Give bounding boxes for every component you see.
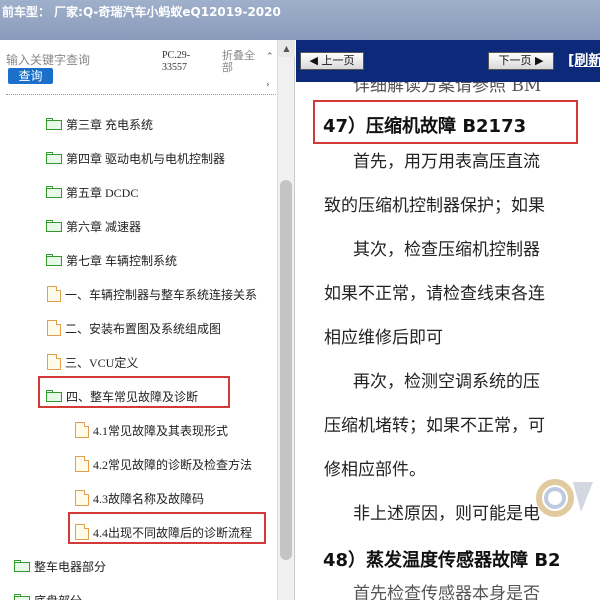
document-text-line: 其次，检查压缩机控制器 xyxy=(353,240,540,260)
folder-icon xyxy=(46,186,62,198)
left-navigation-panel: 查询 PC.29-33557 折叠全部 ⌃ › 第三章 充电系统 第四章 驱动电… xyxy=(0,40,295,600)
highlight-box xyxy=(38,376,230,408)
folder-icon xyxy=(46,220,62,232)
tree-item-4-3[interactable]: 4.3故障名称及故障码 xyxy=(75,486,204,510)
document-text-line: 致的压缩机控制器保护；如果 xyxy=(324,196,545,216)
pc-code-label: PC.29-33557 xyxy=(162,50,191,73)
tree-scrollbar[interactable]: ▲ xyxy=(277,40,295,600)
watermark-logo-icon xyxy=(536,479,593,517)
tree-item-section-2[interactable]: 二、安装布置图及系统组成图 xyxy=(47,316,221,340)
document-text-line: 相应维修后即可 xyxy=(324,328,443,348)
tree-item-chapter-3[interactable]: 第三章 充电系统 xyxy=(46,112,153,136)
tree-item-4-1[interactable]: 4.1常见故障及其表现形式 xyxy=(75,418,228,442)
document-content: 详细解读方案请参照 BM 47）压缩机故障 B2173 首先，用万用表高压直流 … xyxy=(296,82,600,600)
tree-item-label: 第六章 减速器 xyxy=(66,219,142,234)
document-text-line: 压缩机堵转；如果不正常，可 xyxy=(324,416,545,436)
tree-item-vehicle-electrical[interactable]: 整车电器部分 xyxy=(14,554,106,578)
highlight-box xyxy=(68,512,266,544)
document-icon xyxy=(75,456,89,472)
tree-item-label: 第五章 DCDC xyxy=(66,185,139,200)
document-icon xyxy=(47,320,61,336)
document-text-line: 再次，检测空调系统的压 xyxy=(353,372,540,392)
chevron-up-icon[interactable]: ⌃ xyxy=(266,52,274,62)
tree-item-label: 4.1常见故障及其表现形式 xyxy=(93,423,229,438)
tree-item-4-2[interactable]: 4.2常见故障的诊断及检查方法 xyxy=(75,452,252,476)
next-page-label: 下一页 xyxy=(498,54,532,67)
folder-open-icon xyxy=(46,254,62,266)
document-icon xyxy=(47,286,61,302)
document-text-line: 详细解读方案请参照 BM xyxy=(353,82,542,96)
chapter-tree: 第三章 充电系统 第四章 驱动电机与电机控制器 第五章 DCDC 第六章 减速器… xyxy=(0,94,277,600)
folder-icon xyxy=(46,152,62,164)
prev-page-button[interactable]: ◀ 上一页 xyxy=(300,52,364,70)
folder-icon xyxy=(46,118,62,130)
tree-item-section-1[interactable]: 一、车辆控制器与整车系统连接关系 xyxy=(47,282,257,306)
search-input[interactable] xyxy=(6,50,156,70)
tree-item-chapter-6[interactable]: 第六章 减速器 xyxy=(46,214,141,238)
tree-item-label: 第四章 驱动电机与电机控制器 xyxy=(66,151,226,166)
tree-item-label: 第三章 充电系统 xyxy=(66,117,154,132)
tree-item-label: 二、安装布置图及系统组成图 xyxy=(65,321,222,336)
document-text-line: 首先，用万用表高压直流 xyxy=(353,152,540,172)
tree-item-label: 4.2常见故障的诊断及检查方法 xyxy=(93,457,253,472)
document-viewer: ◀ 上一页 下一页 ▶ [刷新 详细解读方案请参照 BM 47）压缩机故障 B2… xyxy=(296,40,600,600)
search-area: 查询 PC.29-33557 折叠全部 ⌃ › xyxy=(0,40,295,94)
document-text-line: 非上述原因，则可能是电 xyxy=(353,504,540,524)
tree-divider xyxy=(6,94,276,95)
window-title-bar: 前车型： 厂家:Q-奇瑞汽车小蚂蚁eQ12019-2020 xyxy=(0,0,600,40)
section-heading: 48）蒸发温度传感器故障 B2 xyxy=(323,550,561,571)
tree-item-chapter-7[interactable]: 第七章 车辆控制系统 xyxy=(46,248,177,272)
document-icon xyxy=(75,490,89,506)
heading-highlight-box xyxy=(313,100,578,144)
query-button[interactable]: 查询 xyxy=(8,68,53,84)
tree-item-chassis[interactable]: 底盘部分 xyxy=(14,588,82,600)
window-title: 前车型： 厂家:Q-奇瑞汽车小蚂蚁eQ12019-2020 xyxy=(2,5,281,19)
refresh-link[interactable]: [刷新 xyxy=(568,50,600,70)
scrollbar-thumb[interactable] xyxy=(280,180,292,560)
tree-item-section-3[interactable]: 三、VCU定义 xyxy=(47,350,138,374)
folder-icon xyxy=(14,560,30,572)
arrow-right-icon: ▶ xyxy=(535,54,544,67)
arrow-left-icon: ◀ xyxy=(309,54,318,67)
chevron-right-icon[interactable]: › xyxy=(266,80,270,90)
document-text-line: 首先检查传感器本身是否 xyxy=(353,584,540,600)
collapse-all-button[interactable]: 折叠全部 xyxy=(222,50,262,74)
tree-item-chapter-4[interactable]: 第四章 驱动电机与电机控制器 xyxy=(46,146,225,170)
tree-item-label: 整车电器部分 xyxy=(34,559,107,574)
tree-item-label: 第七章 车辆控制系统 xyxy=(66,253,178,268)
tree-item-chapter-5[interactable]: 第五章 DCDC xyxy=(46,180,138,204)
document-text-line: 修相应部件。 xyxy=(324,460,426,480)
document-text-line: 如果不正常，请检查线束各连 xyxy=(324,284,545,304)
document-icon xyxy=(75,422,89,438)
tree-item-label: 4.3故障名称及故障码 xyxy=(93,491,205,506)
scroll-up-arrow-icon[interactable]: ▲ xyxy=(278,40,295,57)
tree-item-label: 底盘部分 xyxy=(34,592,82,600)
document-toolbar: ◀ 上一页 下一页 ▶ [刷新 xyxy=(296,40,600,82)
folder-icon xyxy=(14,594,30,600)
tree-item-label: 一、车辆控制器与整车系统连接关系 xyxy=(65,287,258,302)
document-icon xyxy=(47,354,61,370)
next-page-button[interactable]: 下一页 ▶ xyxy=(488,52,554,70)
tree-item-label: 三、VCU定义 xyxy=(65,355,139,370)
prev-page-label: 上一页 xyxy=(321,54,355,67)
